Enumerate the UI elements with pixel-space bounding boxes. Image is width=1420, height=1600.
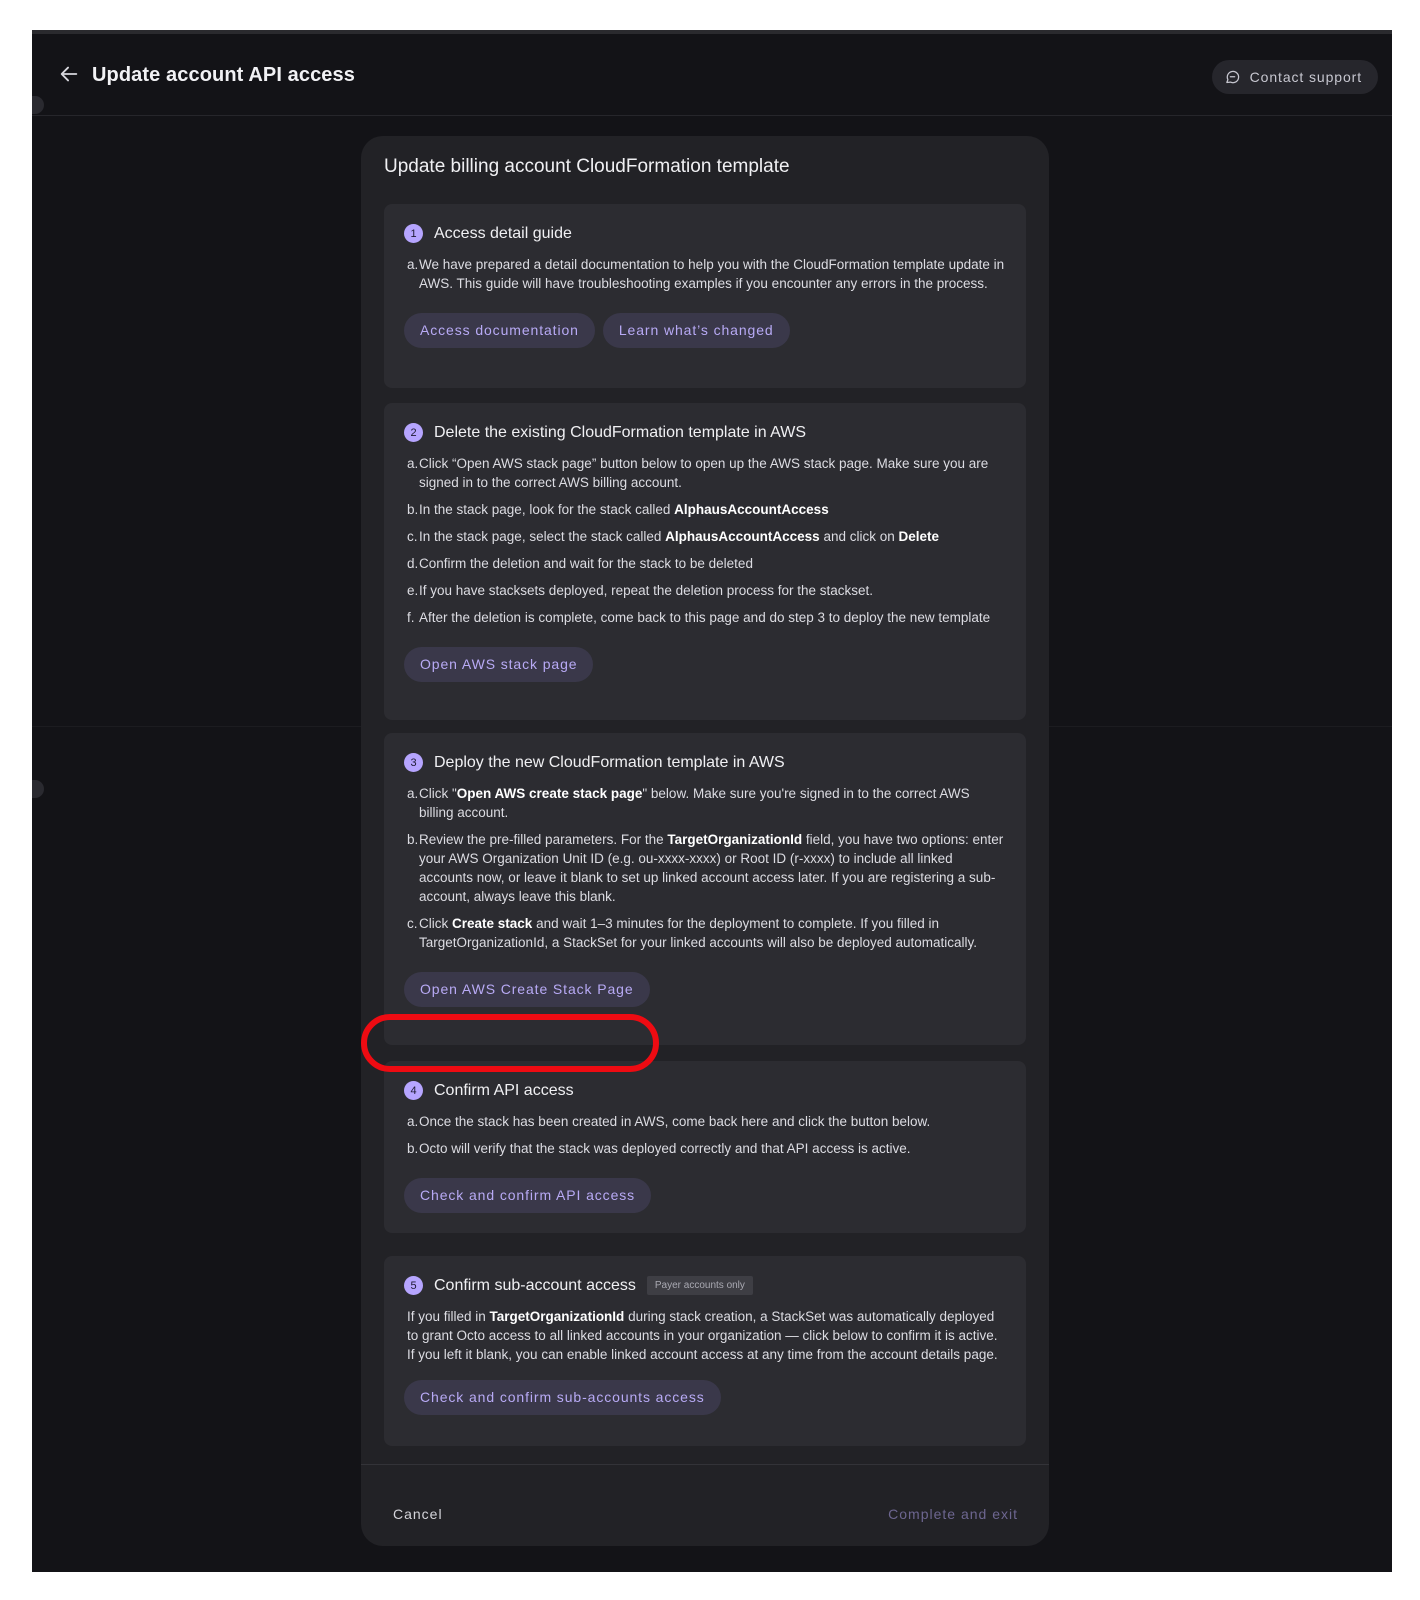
step-3-title: Deploy the new CloudFormation template i… bbox=[434, 753, 785, 771]
step-4-list: a. Once the stack has been created in AWS… bbox=[404, 1112, 1006, 1158]
step-1-buttons: Access documentation Learn what’s change… bbox=[404, 313, 1006, 348]
app-window: Update account API access Contact suppor… bbox=[32, 30, 1392, 1572]
step-5-description: If you filled in TargetOrganizationId du… bbox=[407, 1309, 998, 1362]
list-item: b. Octo will verify that the stack was de… bbox=[407, 1141, 911, 1156]
step-1-header: 1 Access detail guide bbox=[404, 224, 1006, 243]
chat-bubble-icon bbox=[1225, 70, 1239, 83]
step-4-card: 4 Confirm API access a. Once the stack ha… bbox=[384, 1061, 1026, 1233]
check-confirm-api-access-button[interactable]: Check and confirm API access bbox=[404, 1178, 652, 1213]
step-5-card: 5 Confirm sub-account access Payer accou… bbox=[384, 1256, 1026, 1446]
list-item: d. Confirm the deletion and wait for the … bbox=[407, 556, 753, 571]
step-3-card: 3 Deploy the new CloudFormation template… bbox=[384, 733, 1026, 1045]
learn-whats-changed-button[interactable]: Learn what’s changed bbox=[602, 313, 790, 348]
step-5-buttons: Check and confirm sub-accounts access bbox=[404, 1380, 1006, 1415]
step-2-card: 2 Delete the existing CloudFormation tem… bbox=[384, 403, 1026, 720]
step-4-title: Confirm API access bbox=[434, 1081, 574, 1099]
step-2-buttons: Open AWS stack page bbox=[404, 647, 1006, 682]
step-4-buttons: Check and confirm API access bbox=[404, 1178, 1006, 1213]
step-4-header: 4 Confirm API access bbox=[404, 1081, 1006, 1100]
list-item: a. Once the stack has been created in AWS… bbox=[407, 1114, 931, 1129]
update-template-modal: Update billing account CloudFormation te… bbox=[361, 136, 1049, 1546]
step-5-title: Confirm sub-account access bbox=[434, 1276, 636, 1294]
step-2-list: a. Click “Open AWS stack page” button bel… bbox=[404, 454, 1006, 627]
step-number-badge: 4 bbox=[404, 1081, 423, 1100]
step-1-title: Access detail guide bbox=[434, 224, 572, 242]
modal-title: Update billing account CloudFormation te… bbox=[384, 156, 790, 177]
side-handle bbox=[32, 780, 44, 798]
step-1-card: 1 Access detail guide a. We have prepared… bbox=[384, 204, 1026, 388]
payer-only-badge: Payer accounts only bbox=[646, 1276, 753, 1295]
list-item: f. After the deletion is complete, come b… bbox=[407, 610, 991, 625]
open-aws-stack-page-button[interactable]: Open AWS stack page bbox=[404, 647, 594, 682]
list-item: e. If you have stacksets deployed, repeat… bbox=[407, 583, 874, 598]
list-item: c. Click Create stack and wait 1–3 minute… bbox=[407, 916, 978, 950]
cancel-button[interactable]: Cancel bbox=[393, 1506, 443, 1522]
complete-and-exit-button[interactable]: Complete and exit bbox=[888, 1506, 1018, 1522]
step-number-badge: 2 bbox=[404, 423, 423, 442]
list-item: b. In the stack page, look for the stack … bbox=[407, 502, 829, 517]
list-item: b. Review the pre-filled parameters. For … bbox=[407, 832, 1004, 904]
contact-support-label: Contact support bbox=[1249, 69, 1362, 85]
step-number-badge: 5 bbox=[404, 1276, 423, 1295]
page-title: Update account API access bbox=[92, 64, 355, 86]
modal-footer: Cancel Complete and exit bbox=[361, 1464, 1049, 1546]
list-item: a. We have prepared a detail documentatio… bbox=[407, 257, 1005, 291]
step-1-list: a. We have prepared a detail documentatio… bbox=[404, 255, 1006, 293]
step-3-header: 3 Deploy the new CloudFormation template… bbox=[404, 753, 1006, 772]
access-documentation-button[interactable]: Access documentation bbox=[404, 313, 595, 348]
top-header: Update account API access Contact suppor… bbox=[32, 34, 1392, 116]
list-item: a. Click “Open AWS stack page” button bel… bbox=[407, 456, 989, 490]
open-aws-create-stack-page-button[interactable]: Open AWS Create Stack Page bbox=[404, 972, 650, 1007]
step-2-title: Delete the existing CloudFormation templ… bbox=[434, 423, 807, 441]
list-item: a. Click "Open AWS create stack page" bel… bbox=[407, 786, 970, 820]
check-confirm-sub-accounts-button[interactable]: Check and confirm sub-accounts access bbox=[404, 1380, 721, 1415]
back-arrow-icon[interactable] bbox=[58, 63, 80, 85]
step-number-badge: 3 bbox=[404, 753, 423, 772]
step-3-list: a. Click "Open AWS create stack page" bel… bbox=[404, 784, 1006, 952]
step-3-buttons: Open AWS Create Stack Page bbox=[404, 972, 1006, 1007]
step-2-header: 2 Delete the existing CloudFormation tem… bbox=[404, 423, 1006, 442]
step-5-header: 5 Confirm sub-account access Payer accou… bbox=[404, 1276, 1006, 1295]
step-number-badge: 1 bbox=[404, 224, 423, 243]
contact-support-button[interactable]: Contact support bbox=[1211, 60, 1378, 94]
list-item: c. In the stack page, select the stack ca… bbox=[407, 529, 940, 544]
